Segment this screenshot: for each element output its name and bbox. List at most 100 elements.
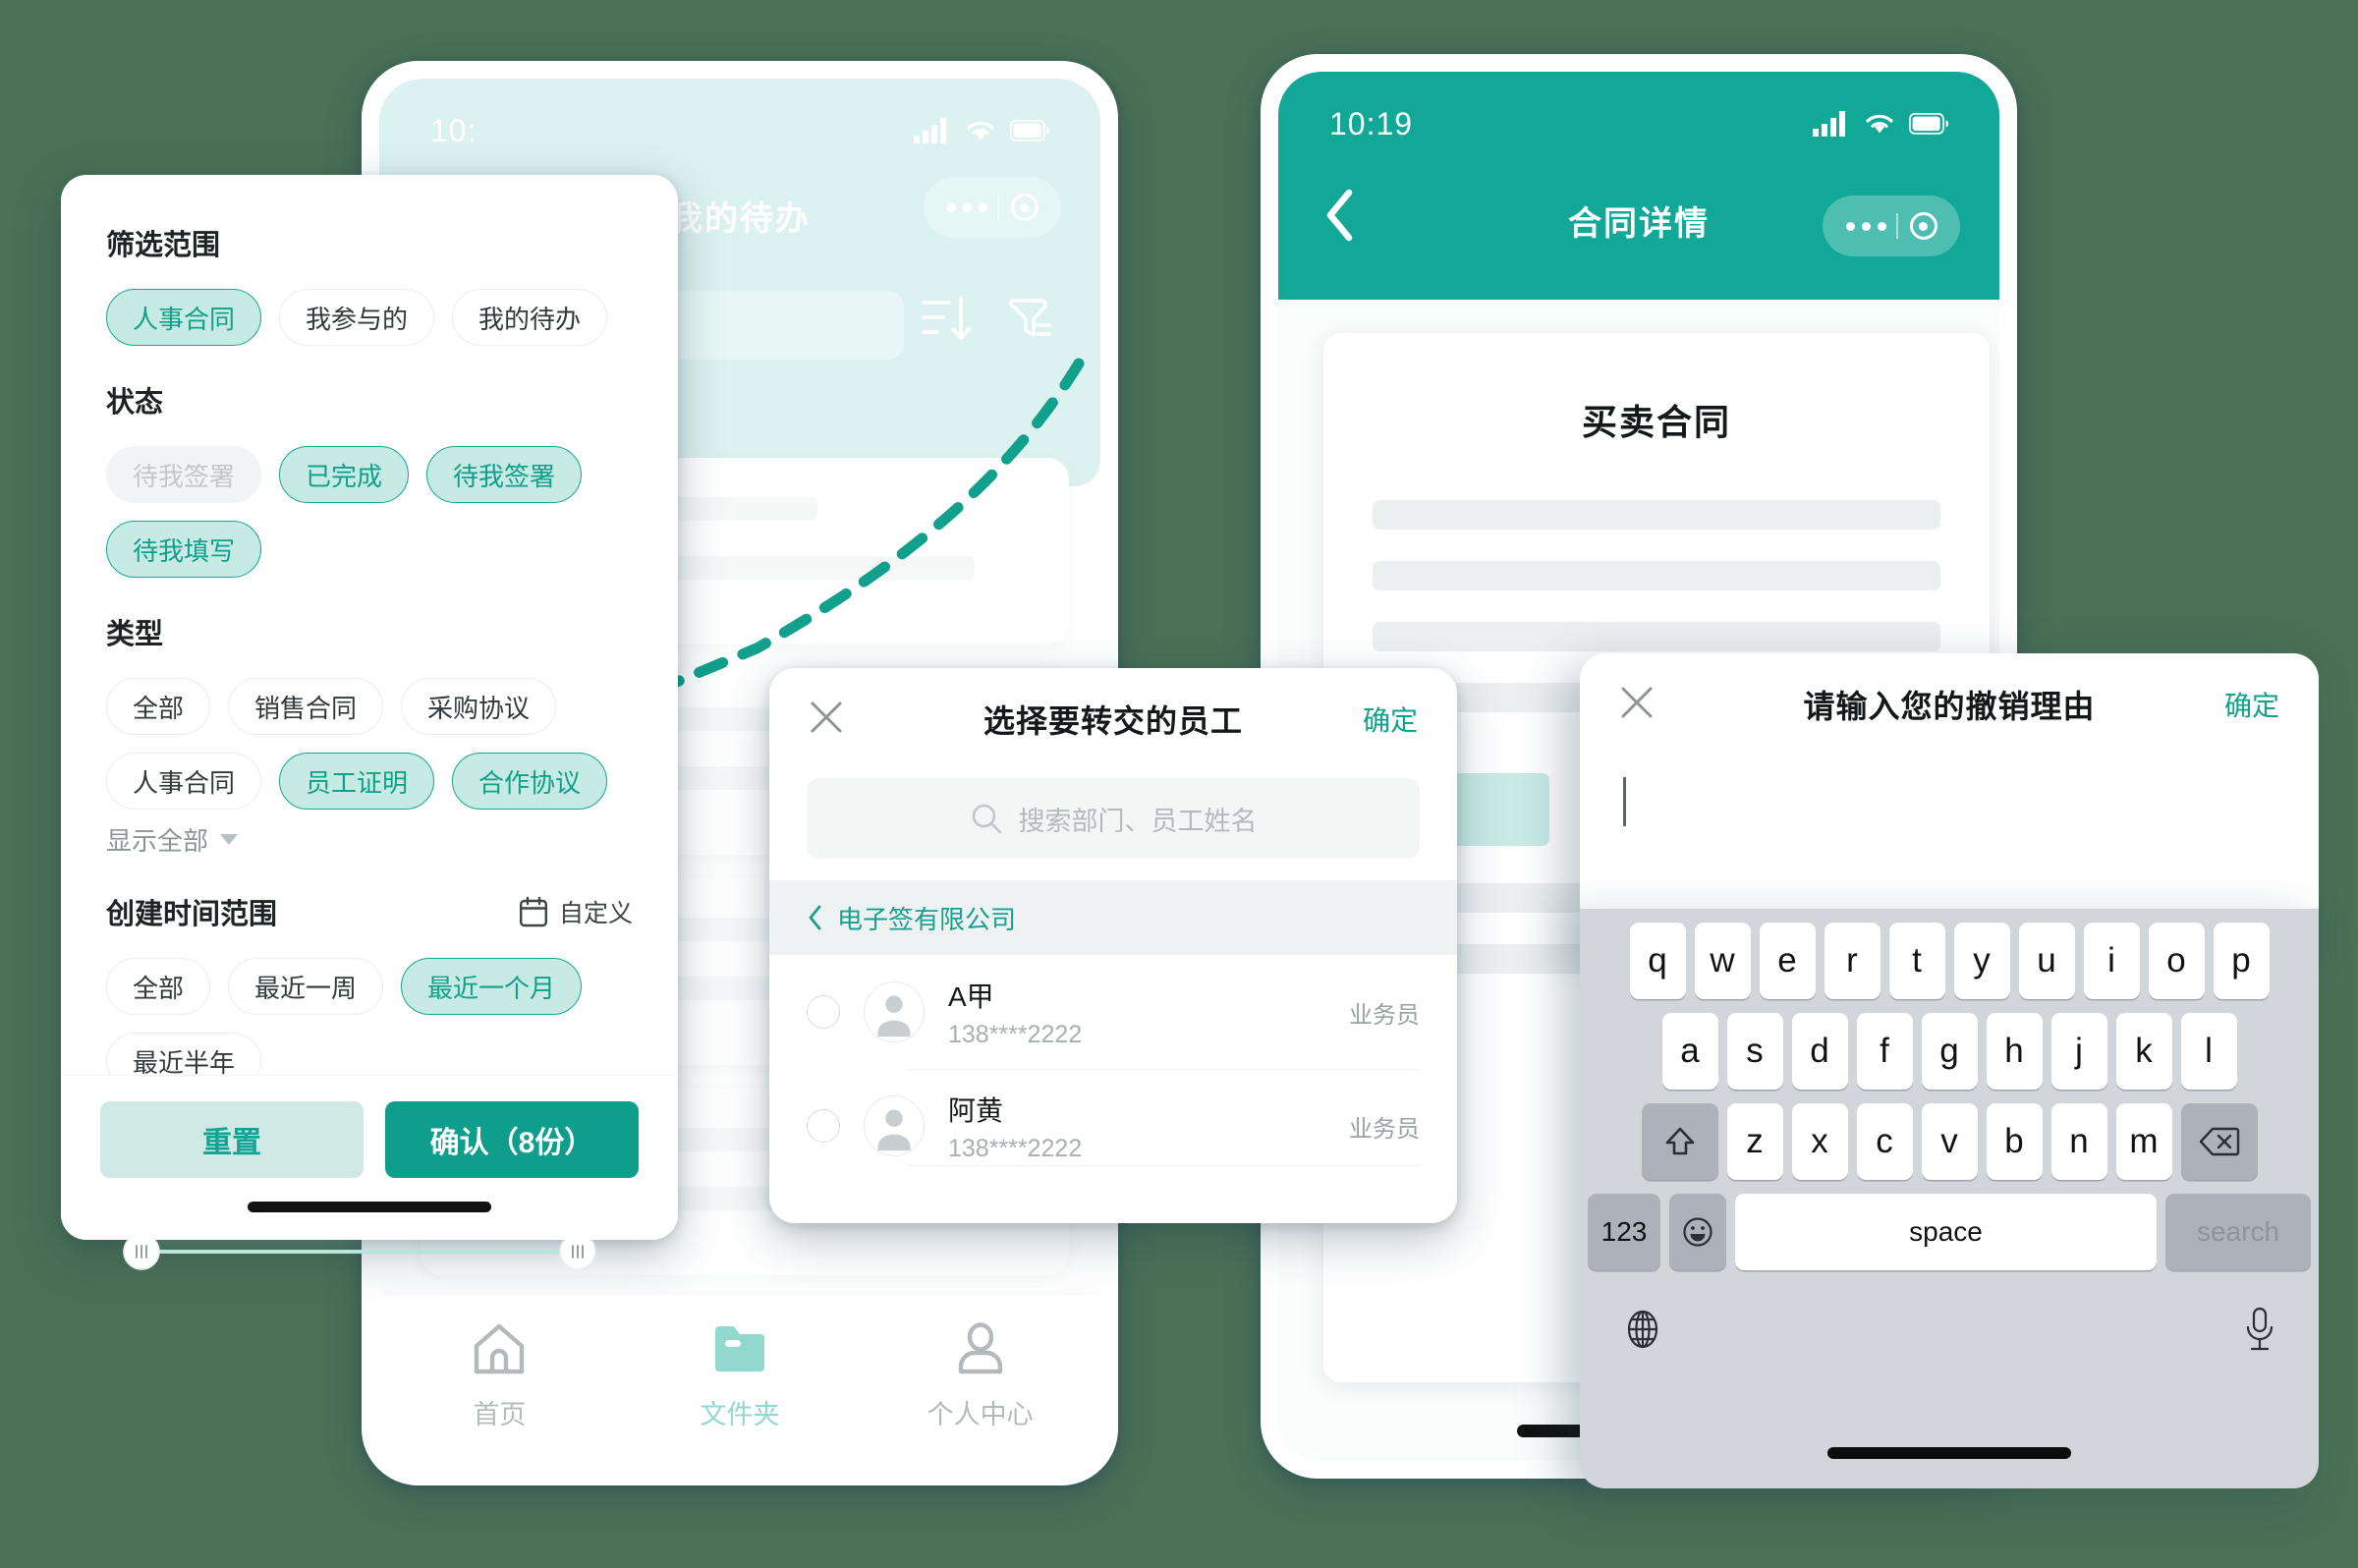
chip-time-2[interactable]: 最近一个月 [401, 958, 583, 1015]
mini-program-capsule[interactable] [1823, 196, 1960, 256]
battery-icon [1909, 113, 1948, 135]
backspace-icon[interactable] [2180, 1103, 2258, 1180]
employee-meta: 阿黄 138****2222 [948, 1090, 1349, 1163]
key-g[interactable]: g [1921, 1013, 1978, 1090]
key-j[interactable]: j [2050, 1013, 2107, 1090]
status-icons [1813, 111, 1948, 137]
chip-status-0[interactable]: 待我签署 [106, 446, 262, 503]
key-f[interactable]: f [1856, 1013, 1913, 1090]
filter-section-type-label: 类型 [106, 619, 164, 650]
avatar [864, 981, 925, 1042]
chip-status-2[interactable]: 待我签署 [426, 446, 583, 503]
key-h[interactable]: h [1986, 1013, 2043, 1090]
filter-time-chips: 全部 最近一周 最近一个月 最近半年 [106, 958, 633, 1090]
revoke-reason-textarea[interactable] [1623, 771, 2275, 889]
more-dots-icon[interactable] [1845, 221, 1886, 231]
employee-radio[interactable] [807, 1109, 840, 1143]
key-e[interactable]: e [1759, 923, 1816, 999]
avatar [864, 1095, 925, 1156]
chip-type-2[interactable]: 采购协议 [401, 678, 557, 735]
reset-button[interactable]: 重置 [100, 1101, 364, 1178]
confirm-button[interactable]: 确认（8份） [385, 1101, 639, 1178]
shift-up-icon[interactable] [1641, 1103, 1718, 1180]
key-o[interactable]: o [2148, 923, 2205, 999]
employee-role: 业务员 [1349, 1001, 1420, 1029]
filter-time-header: 创建时间范围 自定义 [106, 891, 633, 932]
employee-picker-title: 选择要转交的员工 [982, 703, 1243, 739]
key-k[interactable]: k [2115, 1013, 2172, 1090]
microphone-icon[interactable] [2242, 1306, 2277, 1358]
chip-status-1[interactable]: 已完成 [279, 446, 410, 503]
chip-type-5[interactable]: 合作协议 [452, 753, 608, 810]
keyboard-row-4: 123 space search [1588, 1194, 2311, 1270]
backspace-glyph [2199, 1127, 2239, 1156]
key-x[interactable]: x [1791, 1103, 1848, 1180]
employee-row[interactable]: A甲 138****2222 业务员 [769, 955, 1457, 1069]
emoji-smile-icon[interactable] [1669, 1194, 1726, 1270]
employee-picker-confirm[interactable]: 确定 [1363, 700, 1418, 739]
key-a[interactable]: a [1661, 1013, 1718, 1090]
key-search[interactable]: search [2165, 1194, 2311, 1270]
chip-type-0[interactable]: 全部 [106, 678, 211, 735]
wifi-icon [1866, 114, 1893, 134]
employee-radio[interactable] [807, 995, 840, 1029]
skeleton-line [1373, 561, 1940, 590]
chip-scope-1[interactable]: 我参与的 [279, 289, 435, 346]
revoke-reason-confirm[interactable]: 确定 [2224, 685, 2279, 724]
key-s[interactable]: s [1726, 1013, 1783, 1090]
chip-time-1[interactable]: 最近一周 [228, 958, 384, 1015]
revoke-reason-header: 请输入您的撤销理由 确定 [1580, 653, 2319, 756]
target-icon[interactable] [1010, 194, 1039, 221]
tab-profile[interactable]: 个人中心 [860, 1320, 1100, 1431]
key-n[interactable]: n [2050, 1103, 2107, 1180]
key-q[interactable]: q [1629, 923, 1686, 999]
key-z[interactable]: z [1726, 1103, 1783, 1180]
show-all-label: 显示全部 [106, 826, 209, 856]
key-i[interactable]: i [2083, 923, 2140, 999]
chip-scope-0[interactable]: 人事合同 [106, 289, 262, 346]
key-p[interactable]: p [2213, 923, 2270, 999]
sort-icon[interactable] [920, 293, 975, 346]
keyboard-bottom-row [1588, 1284, 2311, 1358]
target-icon[interactable] [1909, 212, 1937, 240]
chip-type-3[interactable]: 人事合同 [106, 753, 262, 810]
filter-status-chips: 待我签署 已完成 待我签署 待我填写 [106, 446, 633, 578]
key-b[interactable]: b [1986, 1103, 2043, 1180]
funnel-filter-icon[interactable] [1004, 293, 1055, 346]
custom-date-label: 自定义 [558, 900, 633, 927]
show-all-toggle[interactable]: 显示全部 [106, 821, 633, 858]
key-r[interactable]: r [1824, 923, 1881, 999]
filter-panel-footer: 重置 确认（8份） [61, 1075, 678, 1240]
key-u[interactable]: u [2018, 923, 2075, 999]
tab-label: 文件夹 [700, 1400, 780, 1429]
chip-type-4[interactable]: 员工证明 [279, 753, 435, 810]
employee-picker-panel: 选择要转交的员工 确定 搜索部门、员工姓名 电子签有限公司 A甲 138****… [769, 668, 1457, 1223]
key-m[interactable]: m [2115, 1103, 2172, 1180]
employee-search-input[interactable]: 搜索部门、员工姓名 [807, 778, 1420, 859]
key-c[interactable]: c [1856, 1103, 1913, 1180]
mini-program-capsule[interactable] [924, 177, 1061, 238]
globe-icon[interactable] [1621, 1307, 1664, 1357]
key-w[interactable]: w [1694, 923, 1751, 999]
tab-home[interactable]: 首页 [379, 1320, 620, 1431]
breadcrumb[interactable]: 电子签有限公司 [769, 880, 1457, 955]
key-y[interactable]: y [1953, 923, 2010, 999]
key-v[interactable]: v [1921, 1103, 1978, 1180]
folder-icon [715, 1326, 764, 1372]
chip-time-0[interactable]: 全部 [106, 958, 211, 1015]
key-numbers[interactable]: 123 [1588, 1194, 1660, 1270]
key-l[interactable]: l [2180, 1013, 2237, 1090]
filter-section-scope-label: 筛选范围 [106, 230, 221, 261]
key-d[interactable]: d [1791, 1013, 1848, 1090]
filter-section-status-label: 状态 [106, 387, 164, 419]
more-dots-icon[interactable] [946, 202, 987, 212]
employee-picker-header: 选择要转交的员工 确定 [769, 668, 1457, 770]
key-space[interactable]: space [1735, 1194, 2157, 1270]
chip-scope-2[interactable]: 我的待办 [452, 289, 608, 346]
chip-type-1[interactable]: 销售合同 [228, 678, 384, 735]
tab-folder[interactable]: 文件夹 [620, 1320, 861, 1431]
key-t[interactable]: t [1888, 923, 1945, 999]
page-title: 合同详情 [1568, 204, 1710, 243]
custom-date-button[interactable]: 自定义 [519, 894, 633, 929]
chip-status-3[interactable]: 待我填写 [106, 521, 262, 578]
